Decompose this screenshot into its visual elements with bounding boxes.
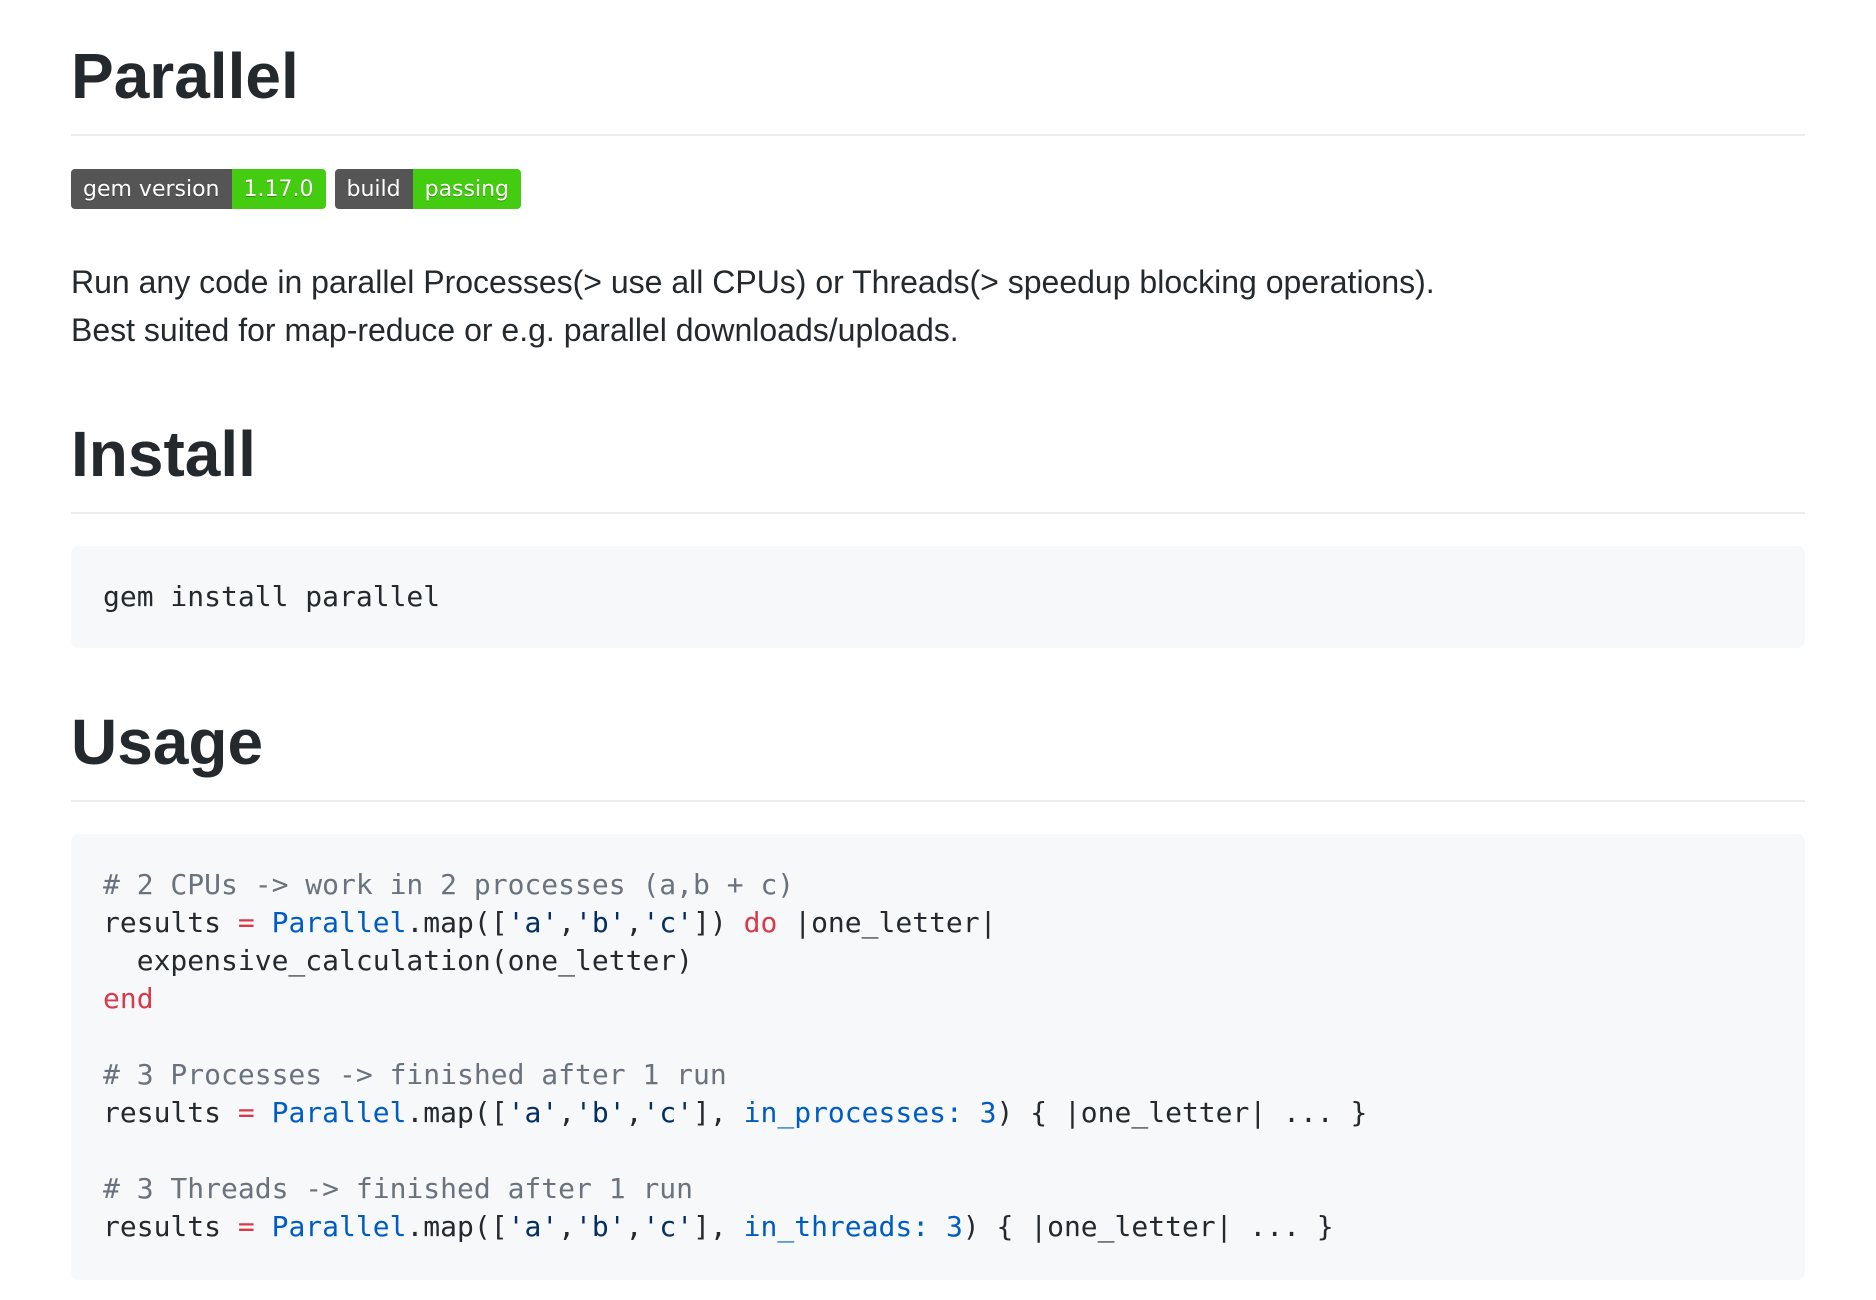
description: Run any code in parallel Processes(> use… — [71, 258, 1805, 354]
code-operator: = — [221, 906, 272, 939]
page-title: Parallel — [71, 0, 1805, 136]
build-status-badge[interactable]: build passing — [334, 169, 521, 209]
badge-label: gem version — [71, 169, 232, 209]
badge-label: build — [334, 169, 413, 209]
code-number: 3 — [945, 1210, 963, 1243]
code-text: ) { |one_letter| ... } — [996, 1096, 1368, 1129]
code-text: .map([ — [406, 1210, 508, 1243]
code-text: ]) — [693, 906, 744, 939]
readme: Parallel gem version 1.17.0 build passin… — [0, 0, 1876, 1280]
code-text: , — [558, 906, 576, 939]
install-code-block[interactable]: gem install parallel — [71, 546, 1805, 648]
code-constant: Parallel — [271, 1210, 407, 1243]
code-symbol: in_threads: — [743, 1210, 930, 1243]
code-string: 'c' — [642, 1210, 694, 1243]
badge-value: 1.17.0 — [231, 169, 326, 209]
description-line: Best suited for map-reduce or e.g. paral… — [71, 312, 959, 348]
code-constant: Parallel — [271, 1096, 407, 1129]
code-string: 'b' — [575, 1210, 626, 1243]
code-text: , — [625, 1096, 643, 1129]
code-string: 'b' — [575, 906, 626, 939]
code-text: , — [558, 1210, 576, 1243]
code-string: 'b' — [575, 1096, 626, 1129]
code-string: 'c' — [642, 906, 694, 939]
description-line: Run any code in parallel Processes(> use… — [71, 264, 1435, 300]
badge-row: gem version 1.17.0 build passing — [71, 169, 1805, 209]
code-keyword: end — [103, 982, 154, 1015]
code-text: |one_letter| — [777, 906, 997, 939]
install-command: gem install parallel — [103, 580, 441, 613]
code-string: 'c' — [642, 1096, 694, 1129]
code-text: ], — [693, 1210, 744, 1243]
usage-code-block[interactable]: # 2 CPUs -> work in 2 processes (a,b + c… — [71, 834, 1805, 1280]
code-text: .map([ — [406, 906, 508, 939]
code-comment: # 2 CPUs -> work in 2 processes (a,b + c… — [103, 868, 795, 901]
code-text: , — [625, 1210, 643, 1243]
install-heading: Install — [71, 422, 1805, 514]
code-text: ], — [693, 1096, 744, 1129]
code-string: 'a' — [507, 1210, 559, 1243]
code-line: results = Parallel.map(['a','b','c'], in… — [103, 1094, 1773, 1132]
code-line: # 3 Threads -> finished after 1 run — [103, 1170, 1773, 1208]
code-line: expensive_calculation(one_letter) — [103, 942, 1773, 980]
code-number: 3 — [979, 1096, 997, 1129]
code-text: , — [558, 1096, 576, 1129]
gem-version-badge[interactable]: gem version 1.17.0 — [71, 169, 326, 209]
code-string: 'a' — [507, 1096, 559, 1129]
code-line: results = Parallel.map(['a','b','c'], in… — [103, 1208, 1773, 1246]
code-line: results = Parallel.map(['a','b','c']) do… — [103, 904, 1773, 942]
code-operator: = — [221, 1096, 272, 1129]
code-text: , — [625, 906, 643, 939]
code-constant: Parallel — [271, 906, 407, 939]
code-identifier: results — [103, 906, 222, 939]
code-identifier: results — [103, 1096, 222, 1129]
code-keyword: do — [743, 906, 778, 939]
code-comment: # 3 Processes -> finished after 1 run — [103, 1058, 727, 1091]
code-text: expensive_calculation(one_letter) — [103, 944, 694, 977]
code-text: .map([ — [406, 1096, 508, 1129]
code-line: end — [103, 980, 1773, 1018]
code-line: # 3 Processes -> finished after 1 run — [103, 1056, 1773, 1094]
code-operator: = — [221, 1210, 272, 1243]
code-line: # 2 CPUs -> work in 2 processes (a,b + c… — [103, 866, 1773, 904]
badge-value: passing — [412, 169, 521, 209]
usage-heading: Usage — [71, 710, 1805, 802]
code-string: 'a' — [507, 906, 559, 939]
code-text: ) { |one_letter| ... } — [962, 1210, 1334, 1243]
code-comment: # 3 Threads -> finished after 1 run — [103, 1172, 694, 1205]
code-identifier: results — [103, 1210, 222, 1243]
code-symbol: in_processes: — [743, 1096, 963, 1129]
